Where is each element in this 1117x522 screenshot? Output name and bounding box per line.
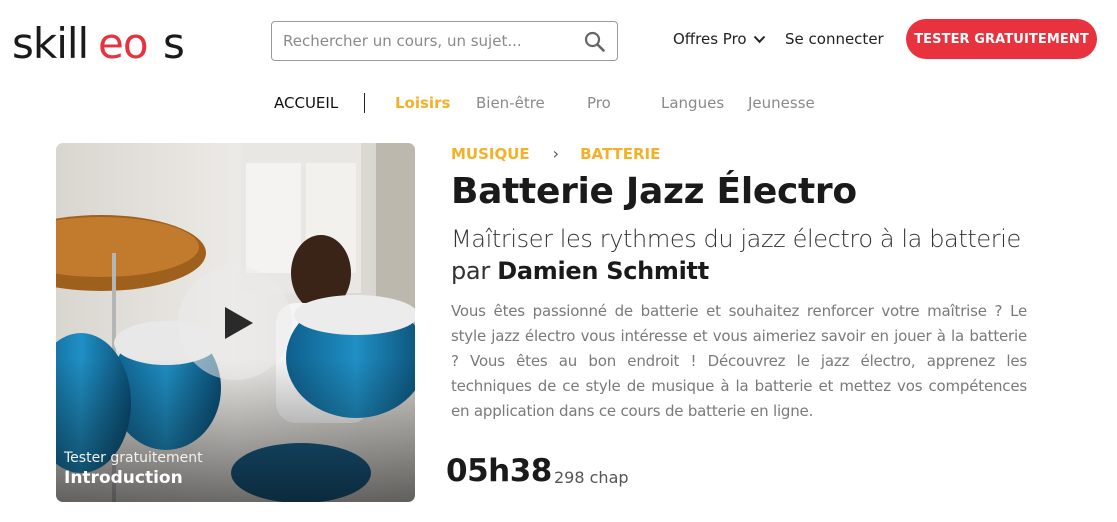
course-byline: par Damien Schmitt bbox=[451, 257, 709, 285]
search-input[interactable] bbox=[283, 22, 573, 60]
nav-item-loisirs[interactable]: Loisirs bbox=[395, 94, 450, 112]
chapter-count: 298 chap bbox=[554, 468, 629, 487]
video-try-label: Tester gratuitement bbox=[64, 450, 203, 466]
svg-text:eo: eo bbox=[98, 19, 148, 66]
breadcrumb-item-musique[interactable]: MUSIQUE bbox=[451, 145, 530, 163]
nav-separator bbox=[364, 93, 365, 113]
login-link[interactable]: Se connecter bbox=[785, 30, 884, 48]
video-chapter-label: Introduction bbox=[64, 468, 183, 488]
nav-item-pro[interactable]: Pro bbox=[587, 94, 611, 112]
course-duration: 05h38 bbox=[446, 453, 552, 489]
course-description: Vous êtes passionné de batterie et souha… bbox=[451, 302, 1027, 420]
nav-item-bien-etre[interactable]: Bien-être bbox=[476, 94, 545, 112]
course-title: Batterie Jazz Électro bbox=[451, 171, 857, 212]
skilleos-logo[interactable]: skill eo s bbox=[12, 18, 202, 66]
course-subtitle: Maîtriser les rythmes du jazz électro à … bbox=[451, 225, 1021, 253]
by-prefix: par bbox=[451, 257, 498, 285]
svg-text:s: s bbox=[163, 19, 185, 66]
offres-pro-dropdown[interactable]: Offres Pro bbox=[673, 30, 766, 48]
breadcrumb-item-batterie[interactable]: BATTERIE bbox=[580, 145, 660, 163]
chevron-down-icon bbox=[753, 35, 765, 43]
offres-pro-label: Offres Pro bbox=[673, 30, 747, 48]
search-icon[interactable] bbox=[584, 31, 605, 52]
nav-item-jeunesse[interactable]: Jeunesse bbox=[748, 94, 815, 112]
chevron-right-icon: › bbox=[552, 144, 560, 163]
search-box[interactable] bbox=[271, 21, 618, 61]
play-button[interactable] bbox=[178, 266, 292, 380]
breadcrumb: MUSIQUE › BATTERIE bbox=[451, 144, 660, 163]
nav-item-langues[interactable]: Langues bbox=[661, 94, 724, 112]
video-player-thumbnail[interactable]: Tester gratuitement Introduction bbox=[56, 143, 415, 502]
free-trial-button[interactable]: TESTER GRATUITEMENT bbox=[906, 19, 1097, 59]
svg-text:skill: skill bbox=[12, 19, 88, 66]
play-icon bbox=[225, 307, 253, 339]
nav-item-accueil[interactable]: ACCUEIL bbox=[274, 94, 338, 112]
author-name[interactable]: Damien Schmitt bbox=[497, 257, 709, 285]
